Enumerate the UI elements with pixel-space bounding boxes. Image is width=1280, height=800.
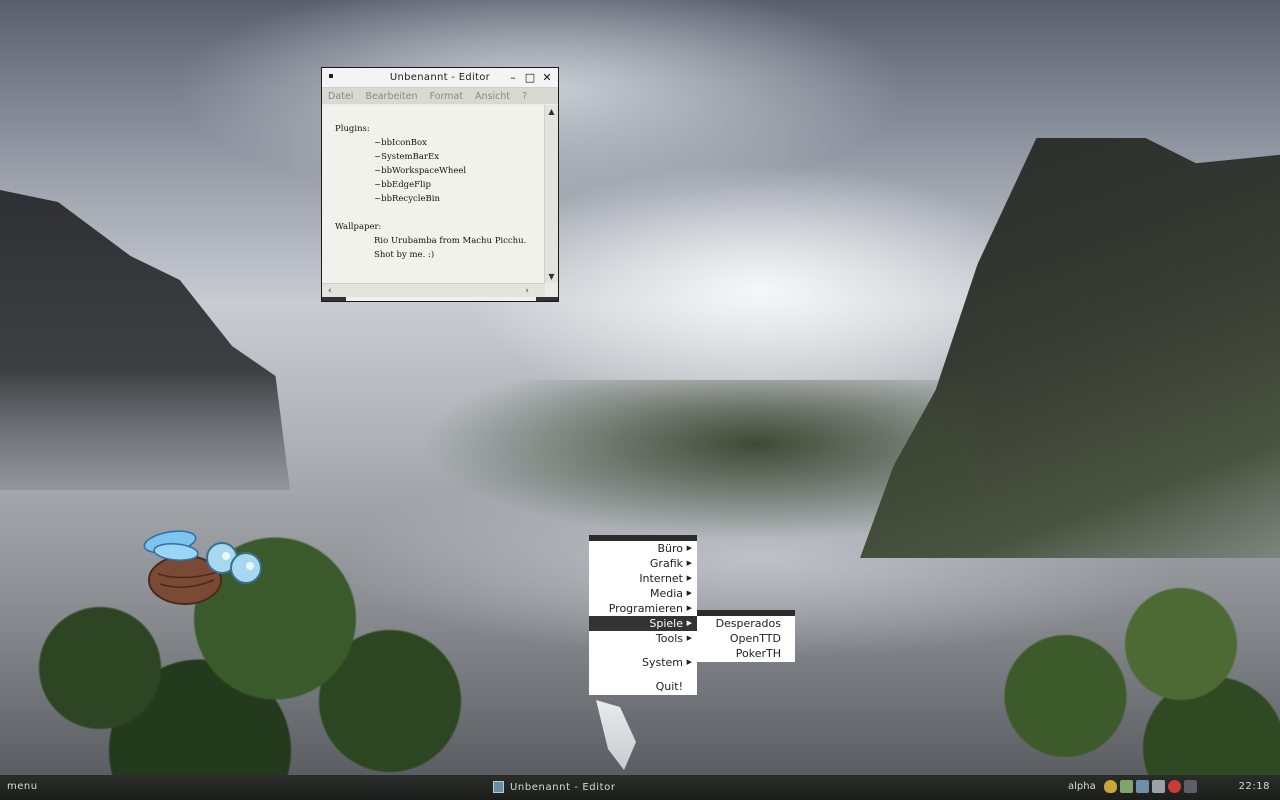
submenu-arrow-icon: ▶ [686, 634, 692, 642]
submenu-arrow-icon: ▶ [686, 544, 692, 552]
workspace-label[interactable]: alpha [1068, 781, 1096, 792]
scroll-left-icon[interactable]: ‹ [328, 284, 332, 298]
menu-item-media[interactable]: Media ▶ [589, 586, 697, 601]
menu-item-desperados[interactable]: Desperados [697, 616, 795, 631]
submenu-arrow-icon: ▶ [686, 559, 692, 567]
menu-item-tools[interactable]: Tools ▶ [589, 631, 697, 646]
menu-datei[interactable]: Datei [328, 91, 353, 102]
system-tray [1104, 780, 1197, 793]
vertical-scrollbar[interactable]: ▲ ▼ [544, 105, 558, 283]
wallpaper-foliage-left [0, 470, 500, 800]
scroll-right-icon[interactable]: › [525, 284, 529, 298]
editor-text-line: ~bbRecycleBin [374, 194, 440, 204]
network-icon[interactable] [1120, 780, 1133, 793]
menu-item-programieren[interactable]: Programieren ▶ [589, 601, 697, 616]
editor-text-line: ~bbEdgeFlip [374, 180, 431, 190]
menu-item-label: Grafik [649, 557, 683, 570]
taskbar: menu Unbenannt - Editor alpha 22:18 [0, 775, 1280, 800]
submenu-arrow-icon: ▶ [686, 658, 692, 666]
menu-item-spiele[interactable]: Spiele ▶ [589, 616, 697, 631]
submenu-arrow-icon: ▶ [686, 604, 692, 612]
menu-item-label: System [641, 656, 683, 669]
menu-item-openttd[interactable]: OpenTTD [697, 631, 795, 646]
menu-button[interactable]: menu [7, 781, 38, 792]
menu-ansicht[interactable]: Ansicht [475, 91, 510, 102]
window-grip[interactable] [346, 297, 536, 301]
menu-item-quit[interactable]: Quit! [589, 679, 697, 694]
menu-bearbeiten[interactable]: Bearbeiten [365, 91, 417, 102]
menu-item-grafik[interactable]: Grafik ▶ [589, 556, 697, 571]
wallpaper-mountain-left [0, 190, 290, 490]
menu-item-internet[interactable]: Internet ▶ [589, 571, 697, 586]
menu-item-buero[interactable]: Büro ▶ [589, 541, 697, 556]
display-icon[interactable] [1136, 780, 1149, 793]
menu-separator [589, 646, 697, 655]
submenu-arrow-icon: ▶ [686, 619, 692, 627]
scroll-up-icon[interactable]: ▲ [545, 107, 558, 116]
menu-item-label: Spiele [649, 617, 683, 630]
submenu-arrow-icon: ▶ [686, 574, 692, 582]
menu-item-pokerth[interactable]: PokerTH [697, 646, 795, 661]
horizontal-scrollbar[interactable]: ‹ › [322, 283, 545, 297]
spiele-submenu: Desperados OpenTTD PokerTH [697, 610, 795, 662]
window-bottom-edge[interactable] [322, 297, 558, 301]
maximize-icon[interactable]: □ [523, 71, 537, 85]
editor-text-line: ~SystemBarEx [374, 152, 439, 162]
fly-recycle-bin-icon[interactable] [140, 522, 265, 612]
wallpaper-foliage-right [950, 540, 1280, 800]
clock: 22:18 [1238, 781, 1270, 792]
wallpaper-river [596, 700, 636, 770]
task-title: Unbenannt - Editor [510, 781, 616, 793]
editor-titlebar[interactable]: Unbenannt - Editor – □ ✕ [322, 68, 558, 88]
editor-text-line: ~bbWorkspaceWheel [374, 166, 467, 176]
wallpaper-valley [420, 380, 980, 540]
antivirus-icon[interactable] [1168, 780, 1181, 793]
editor-window[interactable]: Unbenannt - Editor – □ ✕ Datei Bearbeite… [321, 67, 559, 302]
editor-text-line: ~bbIconBox [374, 138, 427, 148]
window-menu-icon[interactable] [329, 74, 333, 78]
editor-text-area[interactable]: Plugins: ~bbIconBox ~SystemBarEx ~bbWorkspa… [322, 105, 545, 283]
menu-separator [589, 670, 697, 679]
menu-item-label: Tools [655, 632, 683, 645]
editor-text-line: Wallpaper: [335, 222, 382, 232]
editor-text-line: Plugins: [335, 124, 370, 134]
menu-item-system[interactable]: System ▶ [589, 655, 697, 670]
root-menu: Büro ▶ Grafik ▶ Internet ▶ Media ▶ Programie… [589, 535, 697, 695]
editor-menubar: Datei Bearbeiten Format Ansicht ? [322, 88, 558, 104]
shield-icon[interactable] [1104, 780, 1117, 793]
menu-help[interactable]: ? [522, 91, 527, 102]
notepad-icon [493, 781, 504, 793]
menu-item-label: Programieren [608, 602, 683, 615]
volume-icon[interactable] [1152, 780, 1165, 793]
scroll-down-icon[interactable]: ▼ [545, 272, 558, 281]
editor-text-line: Shot by me. :) [374, 250, 435, 260]
menu-item-label: Internet [639, 572, 683, 585]
menu-format[interactable]: Format [430, 91, 463, 102]
editor-text-line [335, 206, 545, 220]
menu-item-label: Büro [657, 542, 683, 555]
submenu-arrow-icon: ▶ [686, 589, 692, 597]
task-button-editor[interactable]: Unbenannt - Editor [493, 781, 616, 793]
menu-item-label: Media [649, 587, 683, 600]
menu-item-label: Quit! [655, 680, 683, 693]
tray-misc-icon[interactable] [1184, 780, 1197, 793]
minimize-icon[interactable]: – [506, 71, 520, 85]
close-icon[interactable]: ✕ [540, 71, 554, 85]
editor-text-line: Rio Urubamba from Machu Picchu. [374, 236, 527, 246]
